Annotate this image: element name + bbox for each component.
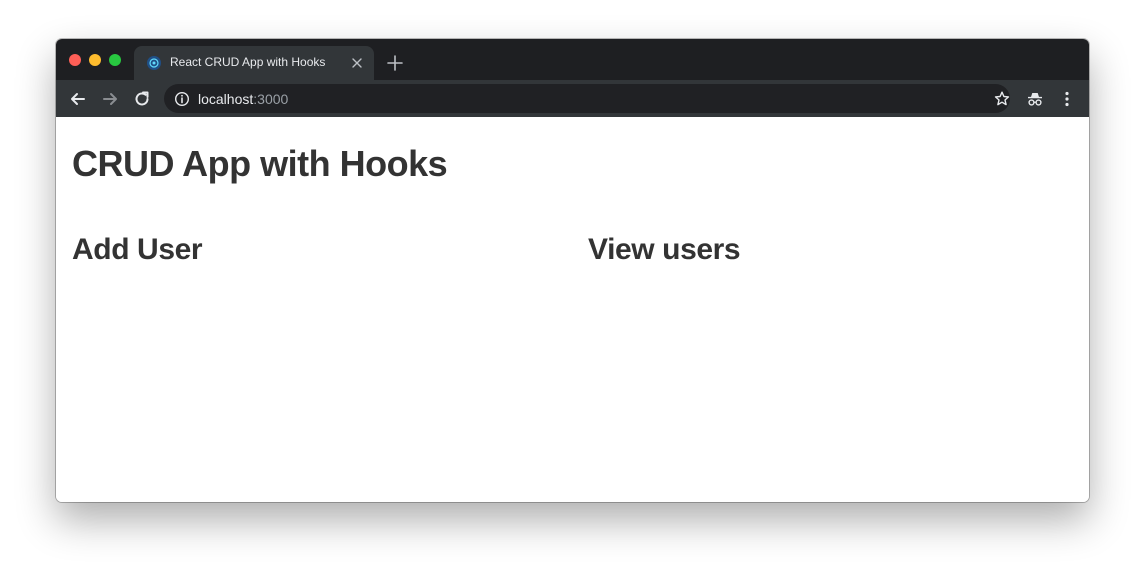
close-window-button[interactable]	[69, 54, 81, 66]
page-title: CRUD App with Hooks	[72, 143, 448, 184]
add-user-heading: Add User	[72, 233, 203, 266]
minimize-window-button[interactable]	[89, 54, 101, 66]
forward-arrow-icon[interactable]	[100, 89, 120, 109]
browser-toolbar: localhost:3000	[56, 80, 1089, 117]
page-content: CRUD App with Hooks Add User View users	[56, 117, 1089, 502]
browser-tab[interactable]: React CRUD App with Hooks	[134, 46, 374, 80]
react-favicon-icon	[146, 55, 162, 71]
url-text: localhost:3000	[198, 91, 288, 107]
browser-window: React CRUD App with Hooks localhost:3000…	[56, 39, 1089, 502]
info-icon[interactable]	[174, 91, 190, 107]
address-bar[interactable]: localhost:3000	[164, 84, 1010, 113]
plus-icon[interactable]	[386, 54, 404, 72]
incognito-icon[interactable]	[1026, 90, 1044, 108]
tab-title: React CRUD App with Hooks	[170, 55, 326, 69]
tab-strip: React CRUD App with Hooks	[56, 39, 1089, 80]
reload-icon[interactable]	[132, 89, 152, 109]
back-arrow-icon[interactable]	[68, 89, 88, 109]
star-icon[interactable]	[993, 90, 1011, 108]
url-host: localhost	[198, 91, 254, 107]
close-icon[interactable]	[349, 55, 365, 71]
view-users-heading: View users	[588, 233, 741, 266]
maximize-window-button[interactable]	[109, 54, 121, 66]
url-port: :3000	[253, 91, 289, 107]
kebab-menu-icon[interactable]	[1058, 90, 1076, 108]
